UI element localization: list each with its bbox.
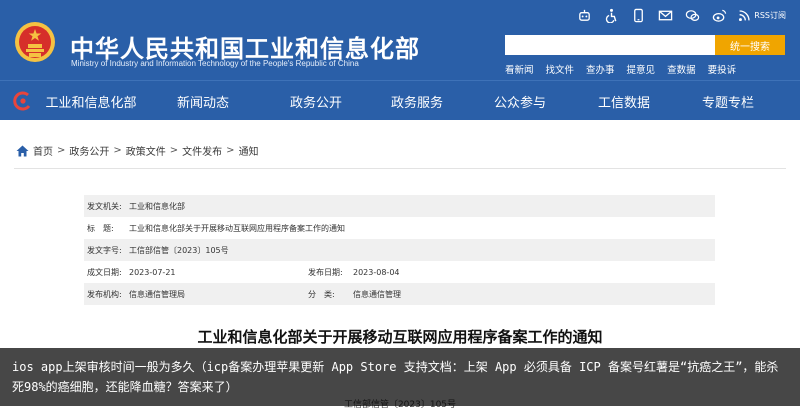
home-icon — [16, 145, 29, 156]
site-subtitle: Ministry of Industry and Information Tec… — [71, 59, 359, 68]
title-label: 标 题: — [87, 223, 114, 233]
quick-link-data[interactable]: 查数据 — [667, 62, 696, 76]
breadcrumb-home[interactable]: 首页 — [33, 143, 53, 158]
caption-overlay: ios app上架审核时间一般为多久（icp备案办理苹果更新 App Store… — [0, 348, 800, 406]
breadcrumb-document-release[interactable]: 文件发布 — [182, 143, 222, 158]
rss-subscribe-link[interactable]: RSS订阅 — [738, 9, 786, 22]
breadcrumb-separator: > — [57, 145, 66, 156]
nav-item-news[interactable]: 新闻动态 — [142, 81, 264, 121]
breadcrumb-separator: > — [169, 145, 179, 156]
nav-item-data[interactable]: 工信数据 — [574, 81, 674, 121]
meta-row-issuer: 发文机关: 工业和信息化部 — [84, 195, 715, 217]
breadcrumb-separator: > — [113, 145, 122, 156]
article-title: 工业和信息化部关于开展移动互联网应用程序备案工作的通知 — [197, 328, 603, 346]
breadcrumb-open-government[interactable]: 政务公开 — [69, 143, 109, 158]
mobile-icon[interactable] — [630, 7, 646, 23]
national-emblem-icon — [15, 22, 55, 62]
meta-row-dates: 成文日期: 2023-07-21 发布日期: 2023-08-04 — [84, 261, 715, 283]
nav-logo-icon[interactable] — [12, 90, 34, 112]
nav-item-ministry[interactable]: 工业和信息化部 — [40, 81, 142, 121]
published-date-label: 发布日期: — [308, 267, 343, 277]
wechat-icon[interactable] — [684, 7, 700, 23]
top-utility-bar: RSS订阅 — [576, 7, 786, 23]
category-label: 分 类: — [308, 289, 335, 299]
issuer-value: 工业和信息化部 — [129, 201, 185, 211]
category-value: 信息通信管理 — [353, 289, 401, 299]
site-header: 中华人民共和国工业和信息化部 Ministry of Industry and … — [0, 0, 800, 80]
quick-link-files[interactable]: 找文件 — [546, 62, 575, 76]
accessibility-icon[interactable] — [603, 7, 619, 23]
search-input[interactable] — [505, 35, 715, 55]
meta-row-org: 发布机构: 信息通信管理局 分 类: 信息通信管理 — [84, 283, 715, 305]
quick-link-news[interactable]: 看新闻 — [505, 62, 534, 76]
doc-number-value: 工信部信管〔2023〕105号 — [129, 245, 229, 255]
breadcrumb-policy-documents[interactable]: 政策文件 — [126, 143, 166, 158]
content-divider — [14, 168, 786, 169]
doc-number-label: 发文字号: — [87, 245, 122, 255]
breadcrumb: 首页 > 政务公开 > 政策文件 > 文件发布 > 通知 — [16, 143, 259, 158]
created-date-value: 2023-07-21 — [129, 267, 176, 277]
quick-link-services[interactable]: 查办事 — [586, 62, 615, 76]
org-value: 信息通信管理局 — [129, 289, 185, 299]
nav-item-public-participation[interactable]: 公众参与 — [466, 81, 574, 121]
rss-label: RSS订阅 — [754, 10, 786, 20]
search-button[interactable]: 统一搜索 — [715, 35, 785, 55]
meta-row-title: 标 题: 工业和信息化部关于开展移动互联网应用程序备案工作的通知 — [84, 217, 715, 239]
title-value: 工业和信息化部关于开展移动互联网应用程序备案工作的通知 — [129, 223, 345, 233]
published-date-value: 2023-08-04 — [353, 267, 400, 277]
breadcrumb-notice[interactable]: 通知 — [239, 143, 259, 158]
robot-assistant-icon[interactable] — [576, 7, 592, 23]
issuer-label: 发文机关: — [87, 201, 122, 211]
org-label: 发布机构: — [87, 289, 122, 299]
nav-item-special-topics[interactable]: 专题专栏 — [674, 81, 782, 121]
nav-item-government-services[interactable]: 政务服务 — [368, 81, 466, 121]
mail-icon[interactable] — [657, 7, 673, 23]
weibo-icon[interactable] — [711, 7, 727, 23]
breadcrumb-separator: > — [226, 145, 235, 156]
created-date-label: 成文日期: — [87, 267, 122, 277]
quick-link-feedback[interactable]: 提意见 — [627, 62, 656, 76]
document-meta-table: 发文机关: 工业和信息化部 标 题: 工业和信息化部关于开展移动互联网应用程序备… — [84, 195, 715, 305]
nav-item-open-government[interactable]: 政务公开 — [264, 81, 368, 121]
main-nav: 工业和信息化部 新闻动态 政务公开 政务服务 公众参与 工信数据 专题专栏 — [0, 80, 800, 120]
quick-link-complaint[interactable]: 要投诉 — [708, 62, 737, 76]
quick-links: 看新闻 找文件 查办事 提意见 查数据 要投诉 — [505, 62, 736, 76]
meta-row-doc-number: 发文字号: 工信部信管〔2023〕105号 — [84, 239, 715, 261]
rss-icon — [739, 9, 750, 21]
